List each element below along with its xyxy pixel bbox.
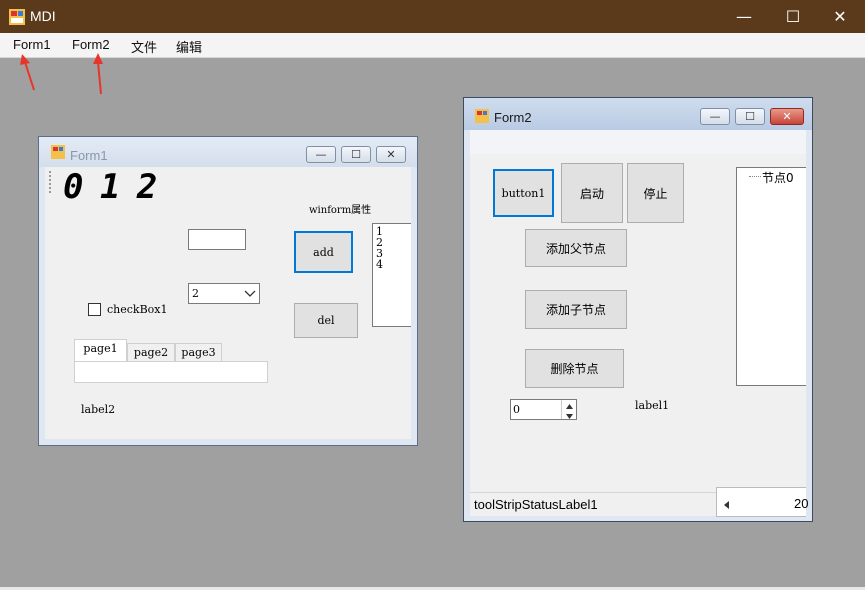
- led-display: 0 1 2: [63, 167, 157, 207]
- checkbox1[interactable]: [88, 303, 101, 316]
- trackbar[interactable]: 20: [716, 487, 809, 517]
- start-button[interactable]: 启动: [561, 163, 623, 223]
- label2: label2: [81, 403, 116, 416]
- add-parent-node-button[interactable]: 添加父节点: [525, 229, 627, 267]
- tab-page2[interactable]: page2: [127, 343, 175, 362]
- numeric-updown[interactable]: 0: [510, 399, 577, 420]
- tab-control: page1 page2 page3: [74, 339, 268, 383]
- label-winform: winform属性: [309, 205, 372, 216]
- form2-toolstrip: [470, 130, 806, 154]
- app-title: MDI: [30, 8, 56, 24]
- caret-left-icon[interactable]: [724, 498, 730, 512]
- toolstrip-grip[interactable]: [49, 171, 51, 193]
- form2-client: button1 启动 停止 添加父节点 添加子节点 删除节点 0 label1 …: [470, 130, 808, 517]
- list-item[interactable]: 4: [376, 259, 411, 270]
- form1-maximize-button[interactable]: ☐: [341, 146, 371, 163]
- spinner: [561, 400, 576, 419]
- form-icon: [51, 145, 65, 159]
- form-icon: [475, 109, 489, 123]
- tab-page1[interactable]: page1: [74, 339, 127, 361]
- tab-page-body: [74, 361, 268, 383]
- arrow-icon: [20, 54, 35, 91]
- status-strip: toolStripStatusLabel1 20: [470, 487, 808, 517]
- add-child-node-button[interactable]: 添加子节点: [525, 290, 627, 329]
- chevron-down-icon: [243, 285, 257, 304]
- form1-title: Form1: [70, 148, 108, 163]
- stop-button[interactable]: 停止: [627, 163, 684, 223]
- app-icon: [9, 9, 25, 25]
- del-button[interactable]: del: [294, 303, 358, 338]
- chevron-up-icon[interactable]: [562, 400, 577, 409]
- form2-titlebar[interactable]: Form2 — ☐ ✕: [464, 98, 812, 130]
- form1-textbox[interactable]: [188, 229, 246, 250]
- status-label: toolStripStatusLabel1: [474, 497, 598, 512]
- menu-edit[interactable]: 编辑: [176, 37, 202, 56]
- form2-maximize-button[interactable]: ☐: [735, 108, 765, 125]
- minimize-button[interactable]: —: [721, 0, 767, 33]
- form1-window[interactable]: Form1 — ☐ ✕ 0 1 2 2 checkBox1 page1 page…: [38, 136, 418, 446]
- combobox-value: 2: [192, 287, 199, 300]
- chevron-down-icon[interactable]: [562, 410, 577, 419]
- menu-file[interactable]: 文件: [131, 37, 157, 56]
- annotation-arrows: [20, 53, 103, 95]
- tree-line: [749, 176, 761, 177]
- delete-node-button[interactable]: 删除节点: [525, 349, 624, 388]
- checkbox1-label: checkBox1: [107, 303, 168, 316]
- form1-combobox[interactable]: 2: [188, 283, 260, 304]
- form2-close-button[interactable]: ✕: [770, 108, 804, 125]
- form2-window[interactable]: Form2 — ☐ ✕ button1 启动 停止 添加父节点 添加子节点 删除…: [463, 97, 813, 522]
- label1: label1: [635, 399, 670, 412]
- form1-listbox[interactable]: 1 2 3 4: [372, 223, 411, 327]
- close-button[interactable]: ✕: [817, 0, 863, 33]
- treeview[interactable]: 节点0: [736, 167, 806, 386]
- menu-bar: Form1 Form2 文件 编辑: [0, 33, 865, 58]
- trackbar-value: 20: [794, 496, 809, 511]
- tab-page3[interactable]: page3: [175, 343, 222, 362]
- form2-minimize-button[interactable]: —: [700, 108, 730, 125]
- tree-node[interactable]: 节点0: [762, 169, 794, 186]
- form1-titlebar[interactable]: Form1 — ☐ ✕: [39, 137, 417, 167]
- maximize-button[interactable]: ☐: [770, 0, 816, 33]
- button1[interactable]: button1: [493, 169, 554, 217]
- form2-title: Form2: [494, 110, 532, 125]
- form1-client: 0 1 2 2 checkBox1 page1 page2 page3 labe…: [45, 167, 411, 439]
- form1-minimize-button[interactable]: —: [306, 146, 336, 163]
- numeric-value: 0: [513, 403, 520, 416]
- form1-close-button[interactable]: ✕: [376, 146, 406, 163]
- add-button[interactable]: add: [294, 231, 353, 273]
- main-titlebar[interactable]: MDI — ☐ ✕: [0, 0, 865, 33]
- arrow-icon: [93, 53, 103, 95]
